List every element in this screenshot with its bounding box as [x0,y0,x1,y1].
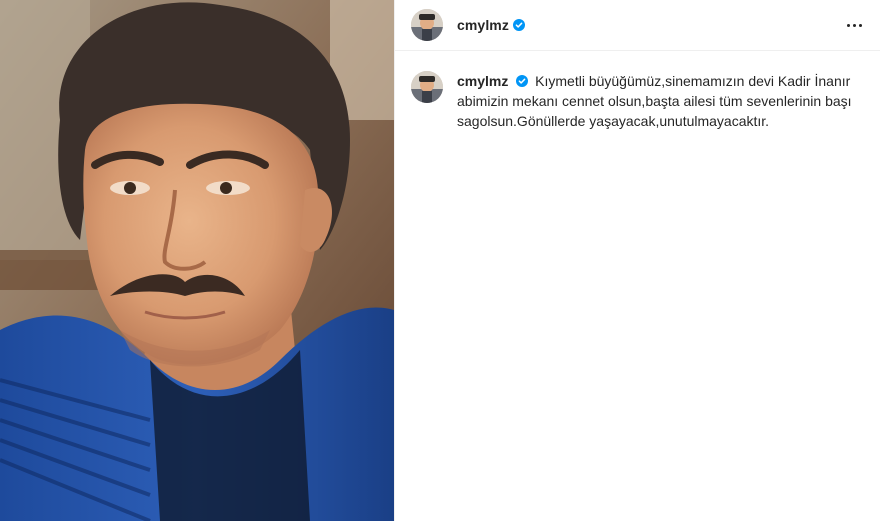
portrait-image [0,0,394,521]
author-username[interactable]: cmylmz [457,17,509,33]
dot [858,23,862,27]
verified-badge-icon [516,75,529,87]
avatar-image [411,9,443,41]
post-side-panel: cmylmz cmylmz Kıymetli büyüğümüz,sinemam… [394,0,880,521]
caption-author-avatar[interactable] [411,71,443,103]
instagram-post: cmylmz cmylmz Kıymetli büyüğümüz,sinemam… [0,0,880,521]
post-caption: cmylmz Kıymetli büyüğümüz,sinemamızın de… [395,51,880,131]
post-header: cmylmz [395,0,880,51]
caption-username[interactable]: cmylmz [457,73,508,89]
caption-body: cmylmz Kıymetli büyüğümüz,sinemamızın de… [457,71,857,131]
dot [846,23,850,27]
more-options-icon[interactable] [842,13,866,37]
dot [852,23,856,27]
post-photo[interactable] [0,0,394,521]
author-avatar[interactable] [411,9,443,41]
verified-badge-icon [512,19,525,31]
avatar-image [411,71,443,103]
